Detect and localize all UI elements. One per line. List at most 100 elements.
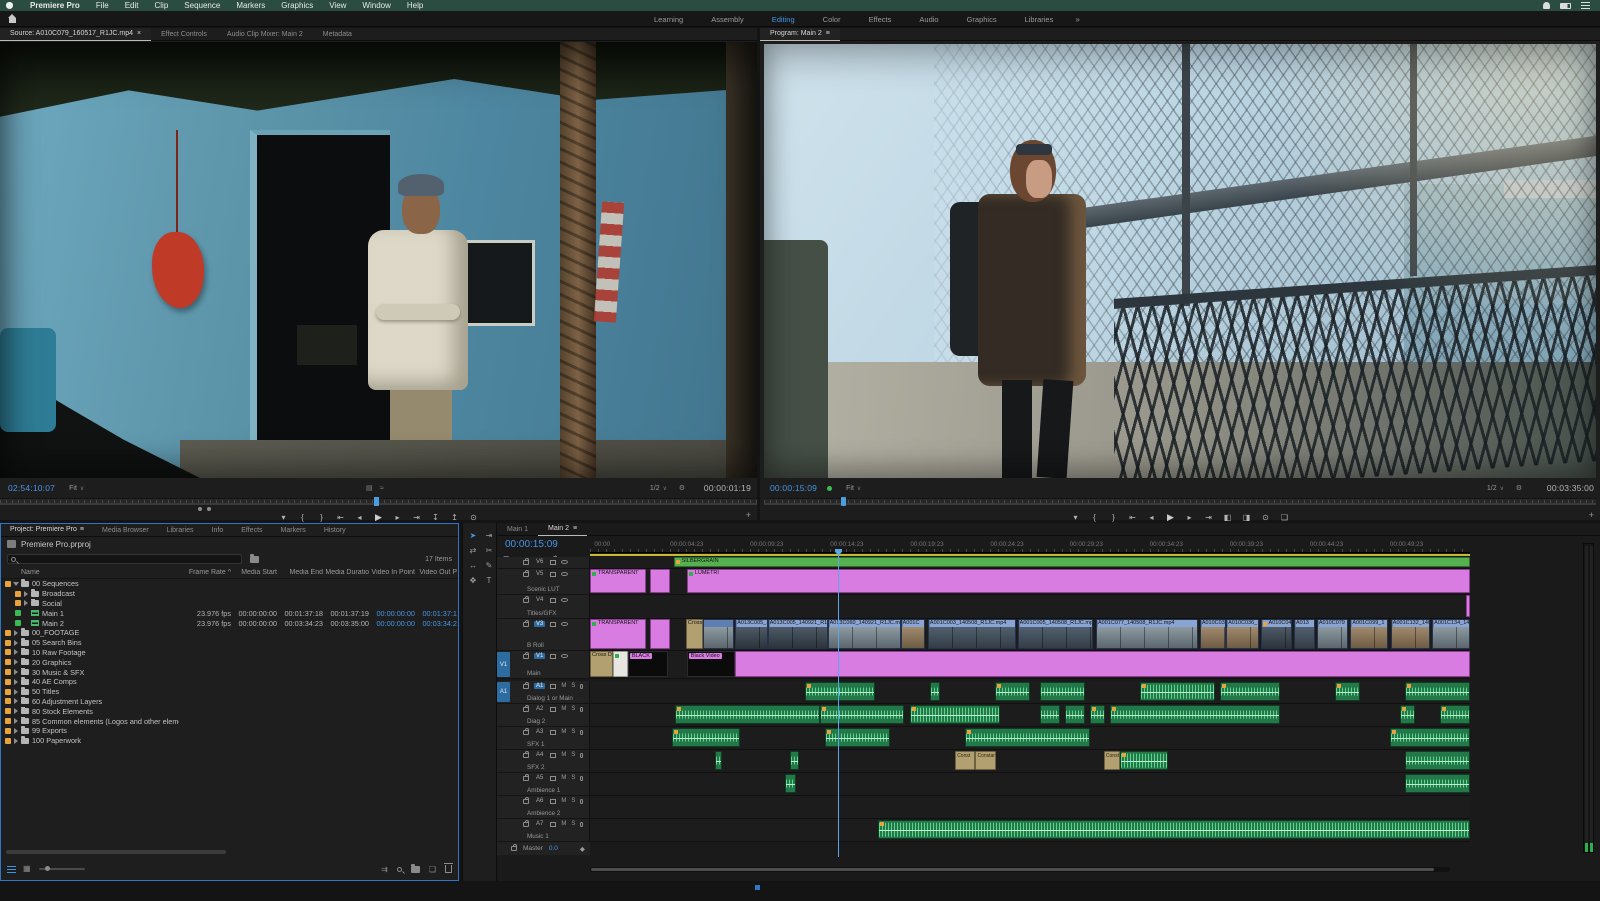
audio-clip[interactable]: Constant <box>975 751 995 770</box>
column-header-video-out-p[interactable]: Video Out P <box>415 569 457 576</box>
workspace-overflow-icon[interactable]: » <box>1075 15 1079 24</box>
track-target-v1[interactable]: V1 <box>534 653 545 659</box>
audio-clip[interactable] <box>965 728 1090 747</box>
workspace-tab-libraries[interactable]: Libraries <box>1011 15 1068 24</box>
clip[interactable] <box>613 651 628 677</box>
track-lane[interactable]: ConstConstantConstant <box>590 750 1470 773</box>
source-fit-dropdown[interactable]: Fit∨ <box>69 485 84 492</box>
label-swatch[interactable] <box>15 591 21 597</box>
audio-clip[interactable] <box>785 774 796 793</box>
table-row[interactable]: 00_FOOTAGE <box>1 628 458 638</box>
panel-menu-icon[interactable]: ≡ <box>80 526 84 533</box>
track-lane[interactable]: TRANSPARENTCross DisA013C005_140921_R1JC… <box>590 619 1470 651</box>
track-label[interactable]: Diag 2 <box>527 718 545 725</box>
mic-icon[interactable] <box>580 684 583 689</box>
step-forward-button[interactable]: ▸ <box>393 513 403 522</box>
tab-project-premiere-pro[interactable]: Project: Premiere Pro≡ <box>1 524 93 537</box>
disclosure-icon[interactable] <box>14 669 18 675</box>
mark-out-button[interactable]: } <box>317 513 327 522</box>
disclosure-icon[interactable] <box>14 659 18 665</box>
step-forward-button[interactable]: ▸ <box>1185 513 1195 522</box>
mic-icon[interactable] <box>580 707 583 712</box>
tab-metadata[interactable]: Metadata <box>313 28 362 41</box>
clip[interactable] <box>650 619 670 649</box>
audio-clip[interactable]: Const <box>955 751 975 770</box>
track-label[interactable]: Music 1 <box>527 833 549 840</box>
program-scrubber[interactable] <box>764 498 1596 505</box>
audio-clip[interactable] <box>672 728 740 747</box>
table-row[interactable]: 20 Graphics <box>1 657 458 667</box>
table-row[interactable]: 30 Music & SFX <box>1 667 458 677</box>
label-swatch[interactable] <box>15 620 21 626</box>
track-label[interactable]: Main <box>527 670 541 677</box>
track-output-eye-icon[interactable] <box>561 622 568 626</box>
clip-a001c005-140508-r1jc-mp4[interactable]: A001C005_140508_R1JC.mp4 <box>1018 619 1094 649</box>
track-header-v4[interactable]: V4Titles/GFX <box>497 595 590 619</box>
track-header-a4[interactable]: A4MSSFX 2 <box>497 750 590 773</box>
sync-lock-icon[interactable] <box>550 799 556 804</box>
track-label[interactable]: Ambience 2 <box>527 810 560 817</box>
column-header-name[interactable]: Name <box>1 569 179 576</box>
track-label[interactable]: Scenic LUT <box>527 586 560 593</box>
label-swatch[interactable] <box>5 679 11 685</box>
audio-clip[interactable] <box>1400 705 1415 724</box>
disclosure-icon[interactable] <box>14 689 18 695</box>
track-lock-icon[interactable] <box>523 560 529 565</box>
disclosure-icon[interactable] <box>14 708 18 714</box>
keyframe-toggle-icon[interactable]: ◆ <box>580 845 585 853</box>
find-icon[interactable] <box>397 867 402 872</box>
track-lane[interactable] <box>590 704 1470 727</box>
track-lane[interactable]: TRANSPARENTLUMETRI <box>590 569 1470 595</box>
solo-icon[interactable]: S <box>571 798 575 804</box>
button-editor-icon[interactable]: + <box>746 510 751 520</box>
disclosure-icon[interactable] <box>14 679 18 685</box>
menu-item-help[interactable]: Help <box>399 1 431 10</box>
sync-lock-icon[interactable] <box>550 684 556 689</box>
new-item-icon[interactable]: ❏ <box>429 865 436 874</box>
track-lock-icon[interactable] <box>523 598 529 603</box>
play-button[interactable]: ▶ <box>1166 512 1176 523</box>
play-button[interactable]: ▶ <box>374 512 384 523</box>
selection-tool[interactable]: ➤ <box>466 531 480 540</box>
source-playhead[interactable] <box>374 497 379 506</box>
label-swatch[interactable] <box>5 689 11 695</box>
track-header-v3[interactable]: V3B Roll <box>497 619 590 651</box>
menu-list-icon[interactable] <box>1581 2 1590 9</box>
source-scrubber[interactable] <box>0 498 757 505</box>
track-lane[interactable] <box>590 773 1470 796</box>
sync-lock-icon[interactable] <box>550 622 556 627</box>
add-marker-button[interactable]: ▾ <box>1071 513 1081 522</box>
menu-item-premiere-pro[interactable]: Premiere Pro <box>22 1 88 10</box>
menu-item-sequence[interactable]: Sequence <box>176 1 228 10</box>
search-input[interactable] <box>7 554 242 564</box>
label-swatch[interactable] <box>15 610 21 616</box>
clip-a010c042-1[interactable]: A010C042_1 <box>1261 619 1293 649</box>
workspace-tab-effects[interactable]: Effects <box>855 15 906 24</box>
program-timecode[interactable]: 00:00:15:09 <box>770 483 817 493</box>
audio-clip[interactable] <box>1440 705 1470 724</box>
track-lane[interactable] <box>590 819 1470 842</box>
hand-tool[interactable]: ✥ <box>466 576 480 585</box>
audio-clip[interactable] <box>1405 751 1470 770</box>
tab-history[interactable]: History <box>315 524 355 537</box>
table-row[interactable]: 99 Exports <box>1 726 458 736</box>
program-fit-dropdown[interactable]: Fit∨ <box>846 485 861 492</box>
timeline-timecode[interactable]: 00:00:15:09 <box>505 539 558 550</box>
overwrite-button[interactable]: ↥ <box>450 513 460 522</box>
label-swatch[interactable] <box>5 708 11 714</box>
audio-clip[interactable] <box>1065 705 1085 724</box>
track-lane[interactable] <box>590 681 1470 704</box>
track-header-v6[interactable]: V6 <box>497 557 590 569</box>
track-header-v5[interactable]: V5Scenic LUT <box>497 569 590 595</box>
table-row[interactable]: Social <box>1 599 458 609</box>
track-header-a2[interactable]: A2MSDiag 2 <box>497 704 590 727</box>
table-row[interactable]: Main 123.976 fps00:00:00:0000:01:37:1800… <box>1 608 458 618</box>
comparison-view-button[interactable]: ❏ <box>1280 513 1290 522</box>
tab-media-browser[interactable]: Media Browser <box>93 524 158 537</box>
track-target-a1[interactable]: A1 <box>534 683 545 689</box>
program-zoom-dropdown[interactable]: 1/2∨ <box>1487 485 1504 492</box>
list-view-icon[interactable] <box>7 866 16 873</box>
label-swatch[interactable] <box>5 649 11 655</box>
close-icon[interactable]: × <box>137 30 141 37</box>
source-settings-wrench-icon[interactable]: ⚙ <box>679 484 685 492</box>
